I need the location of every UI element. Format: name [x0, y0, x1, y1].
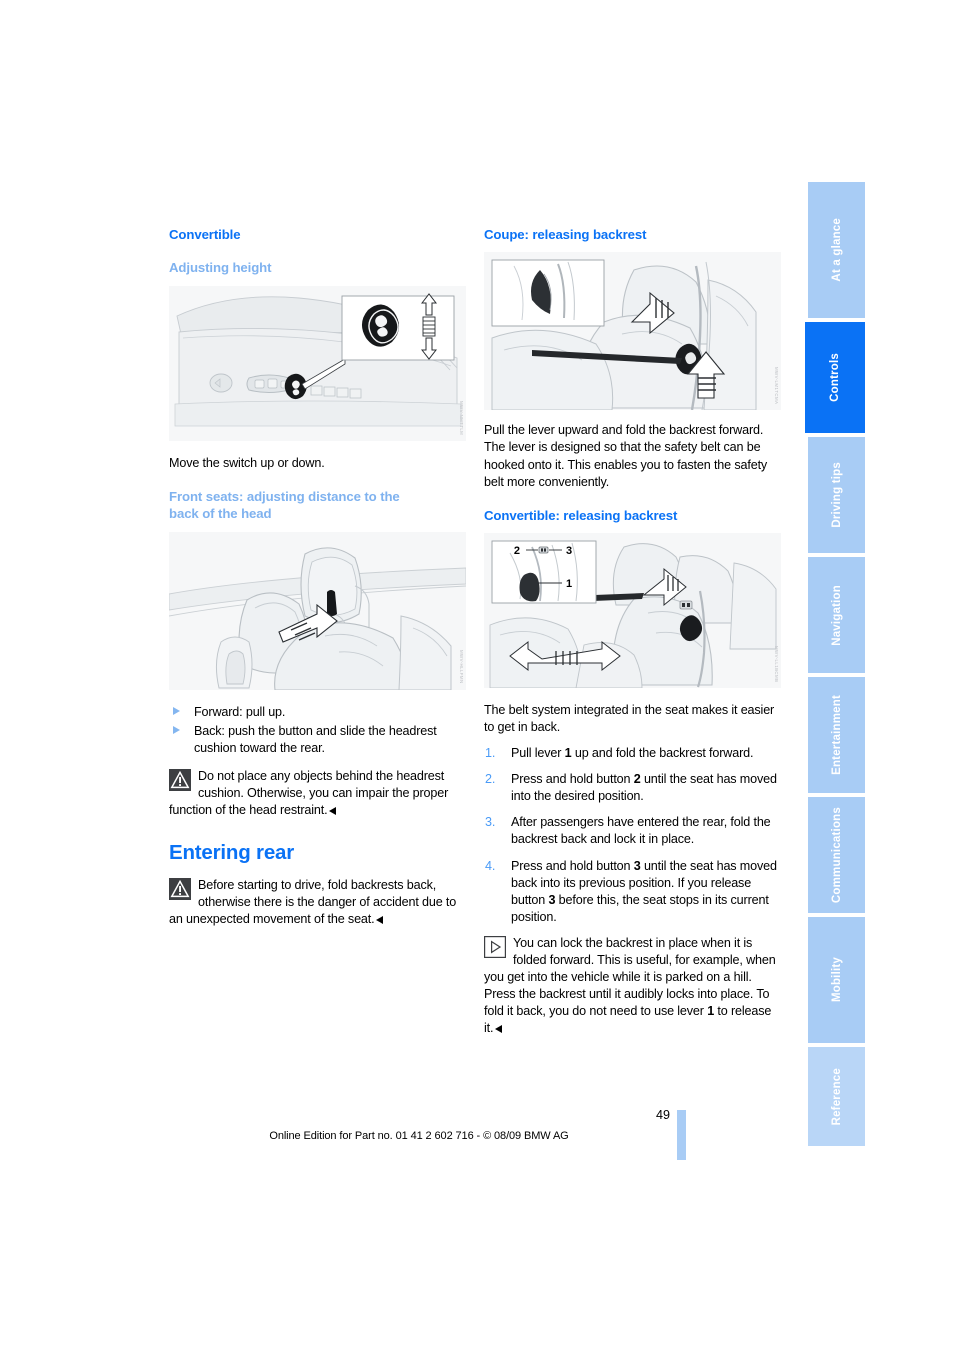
section-tab-controls[interactable]: Controls	[805, 322, 865, 433]
manual-page: At a glance Controls Driving tips Navigatio…	[0, 0, 954, 1350]
end-marker	[328, 807, 336, 816]
subheading-adjusting-height: Adjusting height	[169, 260, 272, 276]
figure-code: MWV-HLLFMN	[459, 650, 464, 684]
step-text: Press and hold button 2 until the seat h…	[511, 772, 777, 804]
figure-coupe-backrest: MWV-LM1TCMA	[484, 252, 781, 411]
step-number: 2.	[485, 772, 496, 787]
footer-copyright: Online Edition for Part no. 01 41 2 602 …	[269, 1130, 569, 1142]
figure-headrest-distance: MWV-HLLFMN	[169, 531, 466, 690]
warning-text: Before starting to drive, fold backrests…	[169, 878, 457, 927]
inline-callout-reference: 3	[633, 858, 641, 873]
headrest-bullet-list: Forward: pull up. Back: push the button a…	[169, 704, 466, 757]
page-number: 49	[655, 1108, 670, 1122]
warning-headrest: Do not place any objects behind the head…	[169, 768, 466, 819]
section-tab-navigation[interactable]: Navigation	[808, 557, 865, 673]
section-tab-label: Mobility	[830, 957, 843, 1003]
section-tab-strip: At a glance Controls Driving tips Navigatio…	[805, 182, 865, 1150]
warning-triangle-icon	[169, 768, 191, 791]
step-text: Press and hold button 3 until the seat h…	[511, 858, 777, 924]
section-tab-driving-tips[interactable]: Driving tips	[808, 437, 865, 553]
heading-coupe-releasing-backrest: Coupe: releasing backrest	[484, 227, 647, 242]
page-title-entering-rear: Entering rear	[169, 841, 294, 865]
svg-text:1: 1	[566, 578, 572, 590]
section-tab-communications[interactable]: Communications	[808, 797, 865, 913]
bullet-text: Forward: pull up.	[194, 704, 286, 719]
step-item: 1. Pull lever 1 up and fold the backrest …	[484, 745, 781, 762]
section-tab-label: Reference	[830, 1067, 843, 1126]
step-item: 2. Press and hold button 2 until the seat…	[484, 771, 781, 805]
step-text: Pull lever 1 up and fold the backrest fo…	[511, 746, 754, 761]
warning-text: Do not place any objects behind the head…	[169, 768, 449, 818]
bullet-item: Back: push the button and slide the head…	[169, 723, 466, 757]
left-column: Convertible Adjusting height MWV-NMTTLM …	[169, 226, 466, 928]
step-item: 4. Press and hold button 3 until the seat…	[484, 858, 781, 926]
section-tab-reference[interactable]: Reference	[808, 1047, 865, 1146]
note-lock-backrest: You can lock the backrest in place when …	[484, 935, 781, 1037]
svg-text:3: 3	[566, 545, 572, 557]
figure-convertible-backrest: 2 3 1 MWV-LL1BCMB	[484, 533, 781, 689]
figure-code: MWV-NMTTLM	[459, 400, 464, 435]
figure-adjusting-height: MWV-NMTTLM	[169, 285, 466, 441]
heading-convertible: Convertible	[169, 227, 241, 242]
figure-code: MWV-LM1TCMA	[774, 367, 779, 405]
section-tab-at-a-glance[interactable]: At a glance	[808, 182, 865, 318]
bullet-triangle-icon	[173, 726, 180, 735]
section-tab-label: Controls	[829, 353, 841, 402]
paragraph-belt-system: The belt system integrated in the seat m…	[484, 703, 775, 735]
caption-move-switch: Move the switch up or down.	[169, 455, 325, 470]
figure-code: MWV-LL1BCMB	[774, 645, 779, 683]
section-tab-label: Communications	[830, 806, 843, 904]
step-item: 3. After passengers have entered the rear…	[484, 814, 781, 848]
step-number: 1.	[485, 746, 496, 761]
paragraph-pull-lever: Pull the lever upward and fold the backr…	[484, 423, 764, 438]
paragraph-lever-design: The lever is designed so that the safety…	[484, 440, 768, 489]
section-tab-label: Driving tips	[830, 462, 843, 528]
right-column: Coupe: releasing backrest MWV-LM1TCMA Pu…	[484, 226, 781, 1037]
subheading-front-seats-line1: Front seats: adjusting distance to the	[169, 488, 400, 504]
bullet-item: Forward: pull up.	[169, 704, 466, 721]
inline-callout-reference: 1	[564, 746, 572, 761]
bullet-text: Back: push the button and slide the head…	[194, 723, 437, 755]
section-tab-label: Navigation	[830, 584, 843, 646]
end-marker	[494, 1025, 502, 1034]
note-info-icon	[484, 935, 506, 958]
warning-entering-rear: Before starting to drive, fold backrests…	[169, 877, 466, 928]
section-tab-mobility[interactable]: Mobility	[808, 917, 865, 1043]
step-number: 4.	[485, 858, 496, 873]
warning-triangle-icon	[169, 878, 191, 901]
section-tab-entertainment[interactable]: Entertainment	[808, 677, 865, 793]
step-number: 3.	[485, 815, 496, 830]
end-marker	[375, 916, 383, 925]
svg-text:2: 2	[514, 545, 520, 557]
section-tab-label: Entertainment	[830, 695, 843, 775]
note-text: You can lock the backrest in place when …	[484, 935, 776, 1036]
bullet-triangle-icon	[173, 707, 180, 716]
inline-callout-reference: 2	[633, 772, 641, 787]
heading-convertible-releasing-backrest: Convertible: releasing backrest	[484, 507, 678, 523]
section-tab-label: At a glance	[830, 218, 843, 282]
footer-accent-bar	[677, 1110, 686, 1160]
step-text: After passengers have entered the rear, …	[511, 815, 771, 847]
entering-rear-steps: 1. Pull lever 1 up and fold the backrest …	[484, 745, 781, 926]
subheading-front-seats-line2: back of the head	[169, 506, 272, 522]
